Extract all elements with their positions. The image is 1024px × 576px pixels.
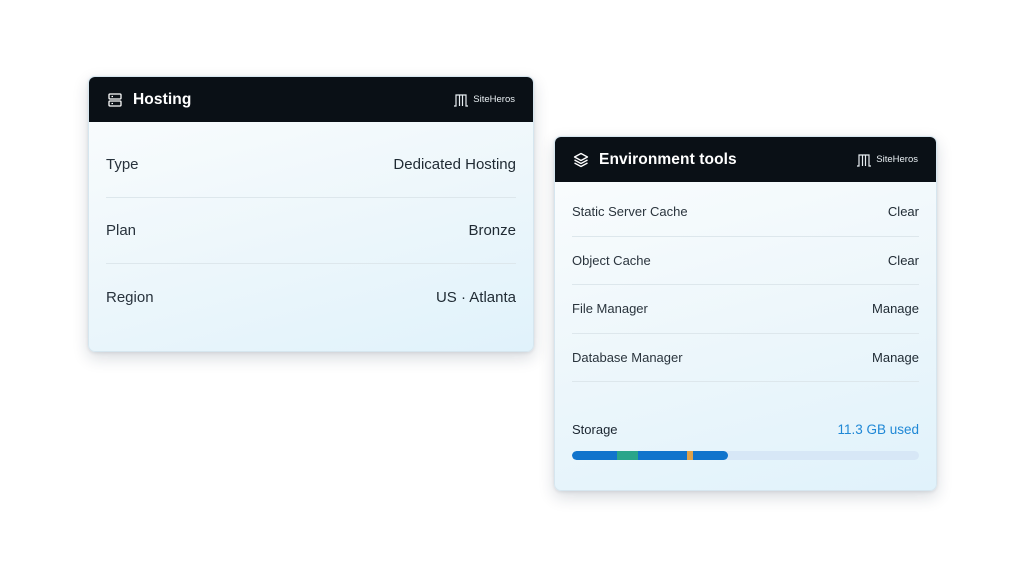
storage-label: Storage bbox=[572, 422, 618, 437]
tool-row-static-server-cache: Static Server Cache Clear bbox=[572, 188, 919, 237]
siteheros-logo-icon bbox=[856, 153, 872, 167]
hosting-card-header: Hosting SiteHeros bbox=[89, 77, 533, 122]
server-icon bbox=[107, 92, 123, 108]
tool-row-file-manager: File Manager Manage bbox=[572, 285, 919, 334]
hosting-card-title: Hosting bbox=[133, 90, 192, 108]
canvas: Hosting SiteHeros Type Dedicated Hosting… bbox=[0, 0, 1024, 576]
row-value: US · Atlanta bbox=[435, 288, 516, 306]
tool-row-object-cache: Object Cache Clear bbox=[572, 237, 919, 285]
hosting-row-plan: Plan Bronze bbox=[106, 198, 516, 264]
env-card-header: Environment tools SiteHeros bbox=[555, 137, 936, 182]
manage-files-button[interactable]: Manage bbox=[872, 301, 919, 316]
hosting-details: Type Dedicated Hosting Plan Bronze Regio… bbox=[89, 122, 533, 330]
storage-segment bbox=[686, 451, 694, 460]
tool-row-database-manager: Database Manager Manage bbox=[572, 334, 919, 382]
tool-label: Object Cache bbox=[572, 252, 651, 268]
storage-header: Storage 11.3 GB used bbox=[572, 422, 919, 437]
hosting-row-type: Type Dedicated Hosting bbox=[106, 132, 516, 198]
tool-label: Static Server Cache bbox=[572, 204, 688, 220]
layers-icon bbox=[573, 152, 589, 168]
environment-tools-card: Environment tools SiteHeros Static Serve… bbox=[554, 136, 937, 491]
brand-name: SiteHeros bbox=[473, 94, 515, 105]
row-label: Type bbox=[106, 156, 139, 173]
tool-label: File Manager bbox=[572, 301, 648, 317]
row-value: Bronze bbox=[468, 222, 516, 239]
row-value: Dedicated Hosting bbox=[393, 156, 516, 173]
brand-logo: SiteHeros bbox=[856, 153, 918, 167]
storage-section: Storage 11.3 GB used bbox=[572, 422, 919, 460]
brand-logo: SiteHeros bbox=[453, 93, 515, 107]
storage-segment bbox=[693, 451, 729, 460]
clear-static-cache-button[interactable]: Clear bbox=[888, 204, 919, 219]
storage-used-value: 11.3 GB used bbox=[837, 422, 919, 437]
row-label: Plan bbox=[106, 222, 137, 239]
env-card-title: Environment tools bbox=[599, 150, 737, 168]
hosting-row-region: Region US · Atlanta bbox=[106, 264, 516, 330]
hosting-card: Hosting SiteHeros Type Dedicated Hosting… bbox=[88, 76, 534, 352]
storage-segment bbox=[572, 451, 618, 460]
storage-usage-bar bbox=[572, 451, 919, 460]
tool-label: Database Manager bbox=[572, 349, 683, 365]
env-card-body: Static Server Cache Clear Object Cache C… bbox=[555, 182, 936, 460]
row-label: Region bbox=[106, 288, 154, 306]
tools-list: Static Server Cache Clear Object Cache C… bbox=[572, 182, 919, 382]
clear-object-cache-button[interactable]: Clear bbox=[888, 253, 919, 268]
manage-database-button[interactable]: Manage bbox=[872, 350, 919, 365]
siteheros-logo-icon bbox=[453, 93, 469, 107]
storage-segment bbox=[637, 451, 687, 460]
storage-segment bbox=[617, 451, 638, 460]
brand-name: SiteHeros bbox=[876, 154, 918, 165]
